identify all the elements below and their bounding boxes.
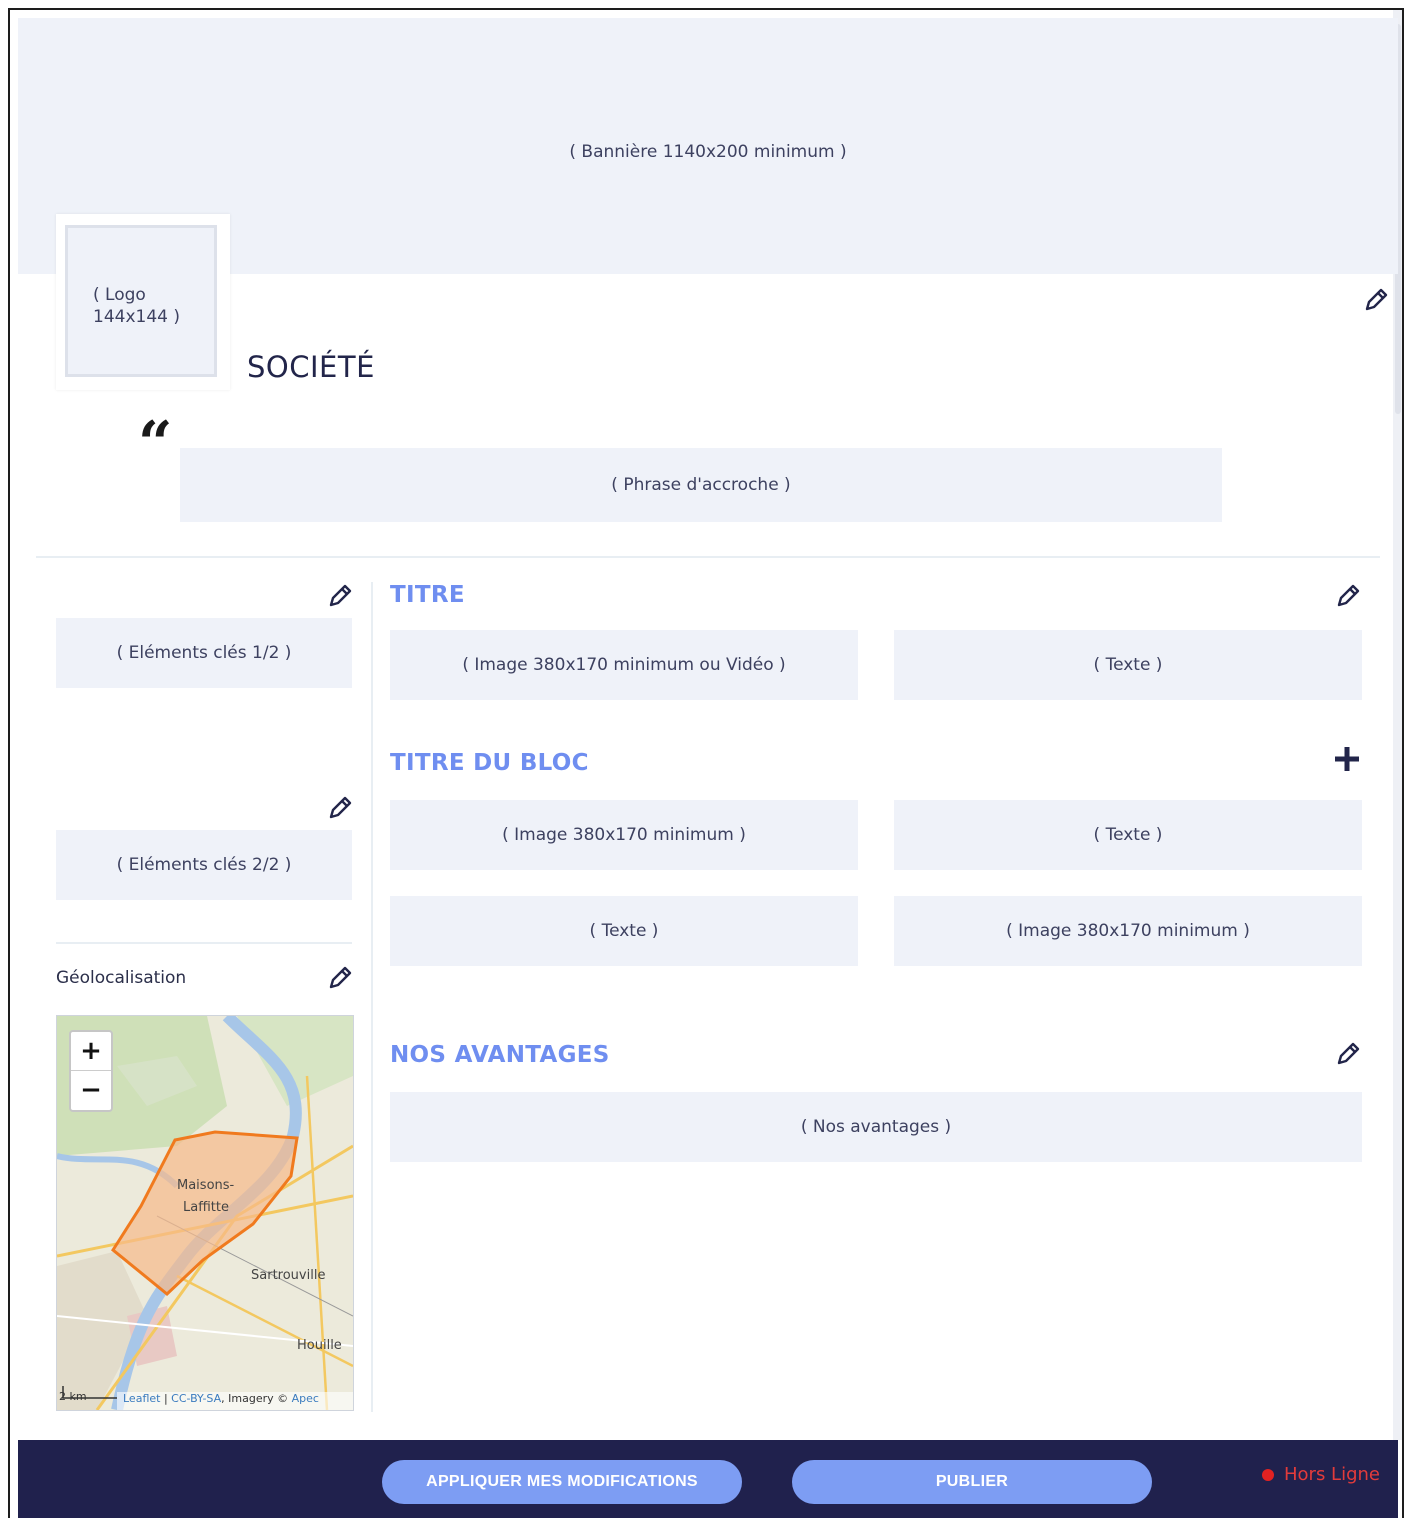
status-text: Hors Ligne <box>1284 1464 1380 1485</box>
map-attribution: Leaflet | CC-BY-SA, Imagery © Apec <box>117 1392 353 1410</box>
key-elements-2-placeholder[interactable]: ( Eléments clés 2/2 ) <box>56 830 352 900</box>
section-title-3: NOS AVANTAGES <box>390 1042 610 1068</box>
company-name: SOCIÉTÉ <box>247 350 375 384</box>
geolocation-label: Géolocalisation <box>56 968 187 988</box>
key-elements-1-text: ( Eléments clés 1/2 ) <box>116 643 292 663</box>
apply-changes-button[interactable]: APPLIQUER MES MODIFICATIONS <box>382 1460 742 1504</box>
column-divider <box>371 582 373 1412</box>
edit-geolocation-pencil-icon[interactable] <box>326 964 354 992</box>
section-2-row1-text-placeholder[interactable]: ( Texte ) <box>894 800 1362 870</box>
logo-inner: ( Logo 144x144 ) <box>65 225 217 377</box>
quote-icon: “ <box>138 409 173 479</box>
map-attribution-imagery: , Imagery © <box>221 1392 292 1405</box>
edit-header-pencil-icon[interactable] <box>1362 286 1390 314</box>
key-elements-2-text: ( Eléments clés 2/2 ) <box>116 855 292 875</box>
advantages-placeholder[interactable]: ( Nos avantages ) <box>390 1092 1362 1162</box>
edit-key-elements-2-pencil-icon[interactable] <box>326 794 354 822</box>
header-divider <box>36 556 1380 558</box>
section-2-row1-image-text: ( Image 380x170 minimum ) <box>502 825 746 845</box>
edit-section-1-pencil-icon[interactable] <box>1334 582 1362 610</box>
tagline-placeholder[interactable]: ( Phrase d'accroche ) <box>180 448 1222 522</box>
edit-key-elements-1-pencil-icon[interactable] <box>326 582 354 610</box>
advantages-text: ( Nos avantages ) <box>800 1117 952 1137</box>
logo-text-line2: 144x144 ) <box>93 307 180 327</box>
sidebar-divider <box>56 942 352 944</box>
page-frame: ( Bannière 1140x200 minimum ) ( Logo 144… <box>8 8 1404 1518</box>
status-dot-icon <box>1262 1468 1274 1481</box>
map-attribution-leaflet-link[interactable]: Leaflet <box>123 1392 160 1405</box>
publish-button[interactable]: PUBLIER <box>792 1460 1152 1504</box>
map-place-laffitte: Laffitte <box>183 1200 229 1215</box>
edit-section-3-pencil-icon[interactable] <box>1334 1040 1362 1068</box>
map-zoom-out-button[interactable]: − <box>71 1071 111 1109</box>
map-attribution-license-link[interactable]: CC-BY-SA <box>171 1392 221 1405</box>
logo-text-line1: ( Logo <box>93 285 146 305</box>
section-title-2: TITRE DU BLOC <box>390 750 589 776</box>
action-footer: APPLIQUER MES MODIFICATIONS PUBLIER Hors… <box>18 1440 1398 1518</box>
geolocation-map[interactable]: 2 km Maisons- Laffitte Sartrouville Houi… <box>56 1015 354 1411</box>
map-place-houille: Houille <box>297 1338 342 1353</box>
map-zoom-in-button[interactable]: + <box>71 1032 111 1071</box>
tagline-text: ( Phrase d'accroche ) <box>611 475 791 495</box>
section-2-row2-image-text: ( Image 380x170 minimum ) <box>1006 921 1250 941</box>
key-elements-1-placeholder[interactable]: ( Eléments clés 1/2 ) <box>56 618 352 688</box>
section-2-row1-image-placeholder[interactable]: ( Image 380x170 minimum ) <box>390 800 858 870</box>
section-1-media-placeholder[interactable]: ( Image 380x170 minimum ou Vidéo ) <box>390 630 858 700</box>
map-attribution-sep: | <box>160 1392 172 1405</box>
section-title-1: TITRE <box>390 582 465 608</box>
add-block-plus-icon[interactable] <box>1332 744 1362 774</box>
section-2-row2-text-placeholder[interactable]: ( Texte ) <box>390 896 858 966</box>
section-1-media-text: ( Image 380x170 minimum ou Vidéo ) <box>462 655 786 675</box>
map-place-maisons: Maisons- <box>177 1178 235 1193</box>
section-2-row2-image-placeholder[interactable]: ( Image 380x170 minimum ) <box>894 896 1362 966</box>
section-2-row1-text-text: ( Texte ) <box>1093 825 1163 845</box>
map-zoom-control: + − <box>69 1030 113 1112</box>
status-indicator: Hors Ligne <box>1262 1464 1380 1485</box>
section-1-text-text: ( Texte ) <box>1093 655 1163 675</box>
section-1-text-placeholder[interactable]: ( Texte ) <box>894 630 1362 700</box>
logo-text: ( Logo 144x144 ) <box>93 284 180 328</box>
logo-placeholder[interactable]: ( Logo 144x144 ) <box>56 214 230 390</box>
banner-text: ( Bannière 1140x200 minimum ) <box>569 142 847 162</box>
map-attribution-apec-link[interactable]: Apec <box>292 1392 319 1405</box>
section-2-row2-text-text: ( Texte ) <box>589 921 659 941</box>
map-place-sartrouville: Sartrouville <box>251 1268 326 1283</box>
